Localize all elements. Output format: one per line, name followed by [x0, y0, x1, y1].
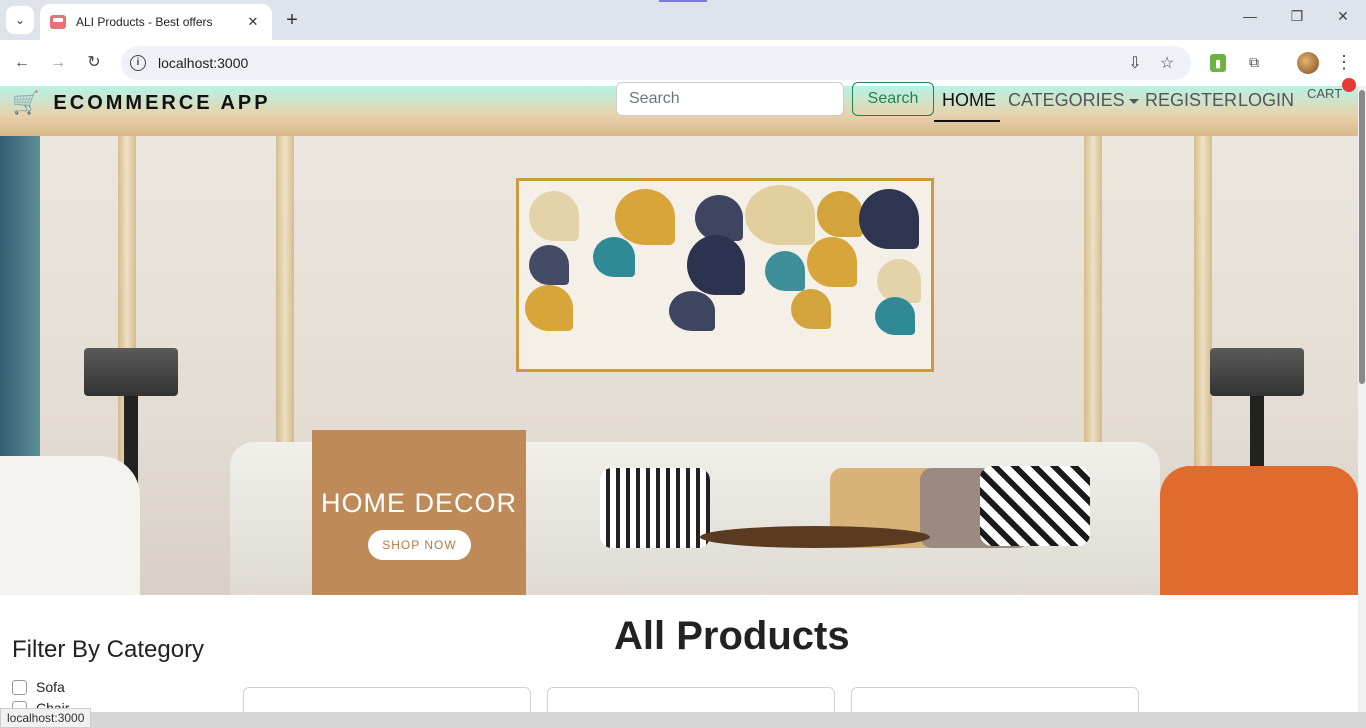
browser-toolbar: ← → ↻ i localhost:3000 ⇩ ☆: [0, 40, 1366, 86]
leaf-shape: [875, 297, 915, 335]
lamp-right: [1210, 348, 1304, 396]
pillow-patterned: [980, 466, 1090, 546]
coffee-table: [700, 526, 930, 548]
leaf-shape: [529, 245, 569, 285]
brand-name: ECOMMERCE APP: [53, 91, 271, 114]
products-heading: All Products: [614, 614, 850, 658]
promo-card: HOME DECOR SHOP NOW: [312, 430, 526, 595]
status-bar-url: localhost:3000: [0, 708, 92, 728]
puzzle-extensions-icon[interactable]: ⧉: [1244, 52, 1264, 72]
cart-count-badge: [1342, 78, 1356, 92]
leaf-shape: [765, 251, 805, 291]
forward-arrow-icon[interactable]: →: [47, 52, 69, 74]
hero-banner: HOME DECOR SHOP NOW: [0, 136, 1358, 595]
nav-register-link[interactable]: REGISTER: [1145, 90, 1237, 111]
profile-avatar[interactable]: [1297, 52, 1319, 74]
caret-down-icon: [1128, 98, 1139, 104]
search-input[interactable]: [616, 82, 844, 116]
store-favicon-icon: [50, 15, 66, 29]
leaf-shape: [695, 195, 743, 241]
restore-icon[interactable]: ❐: [1285, 8, 1309, 25]
leaf-shape: [807, 237, 857, 287]
new-tab-button[interactable]: +: [282, 10, 302, 30]
address-bar[interactable]: i localhost:3000 ⇩ ☆: [121, 46, 1191, 80]
horizontal-scrollbar[interactable]: [0, 712, 1366, 728]
leaf-shape: [817, 191, 863, 237]
close-window-icon[interactable]: ✕: [1331, 8, 1355, 25]
back-arrow-icon[interactable]: ←: [11, 52, 33, 74]
shop-now-button[interactable]: SHOP NOW: [368, 530, 471, 560]
url-text: localhost:3000: [158, 55, 249, 71]
site-info-icon[interactable]: i: [130, 55, 146, 71]
tab-title: ALI Products - Best offers: [76, 15, 213, 29]
nav-categories-dropdown[interactable]: CATEGORIES: [1008, 90, 1139, 111]
leaf-shape: [669, 291, 715, 331]
pillow-striped: [600, 468, 710, 548]
filter-title: Filter By Category: [12, 636, 205, 663]
scrollbar-thumb[interactable]: [1359, 90, 1365, 384]
chevron-down-icon: ⌄: [14, 13, 26, 27]
nav-cart-link[interactable]: CART: [1307, 86, 1342, 101]
lamp-left: [84, 348, 178, 396]
promo-title: HOME DECOR: [320, 488, 517, 518]
armchair-white: [0, 456, 140, 595]
nav-login-link[interactable]: LOGIN: [1238, 90, 1294, 111]
minimize-icon[interactable]: —: [1238, 8, 1262, 24]
active-nav-underline: [934, 120, 1000, 122]
armchair-orange: [1160, 466, 1358, 595]
shopping-cart-icon: 🛒: [12, 90, 40, 115]
leaf-shape: [791, 289, 831, 329]
wall-art-frame: [516, 178, 934, 372]
search-button[interactable]: Search: [852, 82, 934, 116]
leaf-shape: [525, 285, 573, 331]
leaf-shape: [593, 237, 635, 277]
site-navbar: 🛒 ECOMMERCE APP Search HOME CATEGORIES R…: [0, 78, 1358, 136]
leaf-shape: [859, 189, 919, 249]
nav-home-link[interactable]: HOME: [942, 90, 996, 111]
reload-icon[interactable]: ↻: [83, 52, 105, 74]
browser-tabstrip: ⌄ ALI Products - Best offers ✕ + — ❐ ✕: [0, 0, 1366, 40]
nav-categories-label: CATEGORIES: [1008, 90, 1125, 110]
menu-dots-icon[interactable]: ⋮: [1334, 52, 1354, 72]
extension-icon[interactable]: ▮: [1210, 54, 1226, 72]
leaf-shape: [615, 189, 675, 245]
browser-tab-active[interactable]: ALI Products - Best offers ✕: [40, 4, 272, 40]
category-checkbox[interactable]: [12, 679, 27, 695]
brand-logo[interactable]: 🛒 ECOMMERCE APP: [12, 90, 271, 116]
leaf-shape: [529, 191, 579, 241]
filter-item-sofa[interactable]: Sofa: [12, 679, 65, 695]
leaf-shape: [745, 185, 815, 245]
tab-indicator: [659, 0, 707, 2]
filter-label: Sofa: [36, 679, 65, 695]
bookmark-star-icon[interactable]: ☆: [1157, 54, 1177, 74]
tab-search-button[interactable]: ⌄: [6, 6, 34, 34]
hero-curtain: [0, 136, 40, 476]
close-icon[interactable]: ✕: [244, 14, 262, 30]
leaf-shape: [687, 235, 745, 295]
install-app-icon[interactable]: ⇩: [1125, 54, 1145, 74]
